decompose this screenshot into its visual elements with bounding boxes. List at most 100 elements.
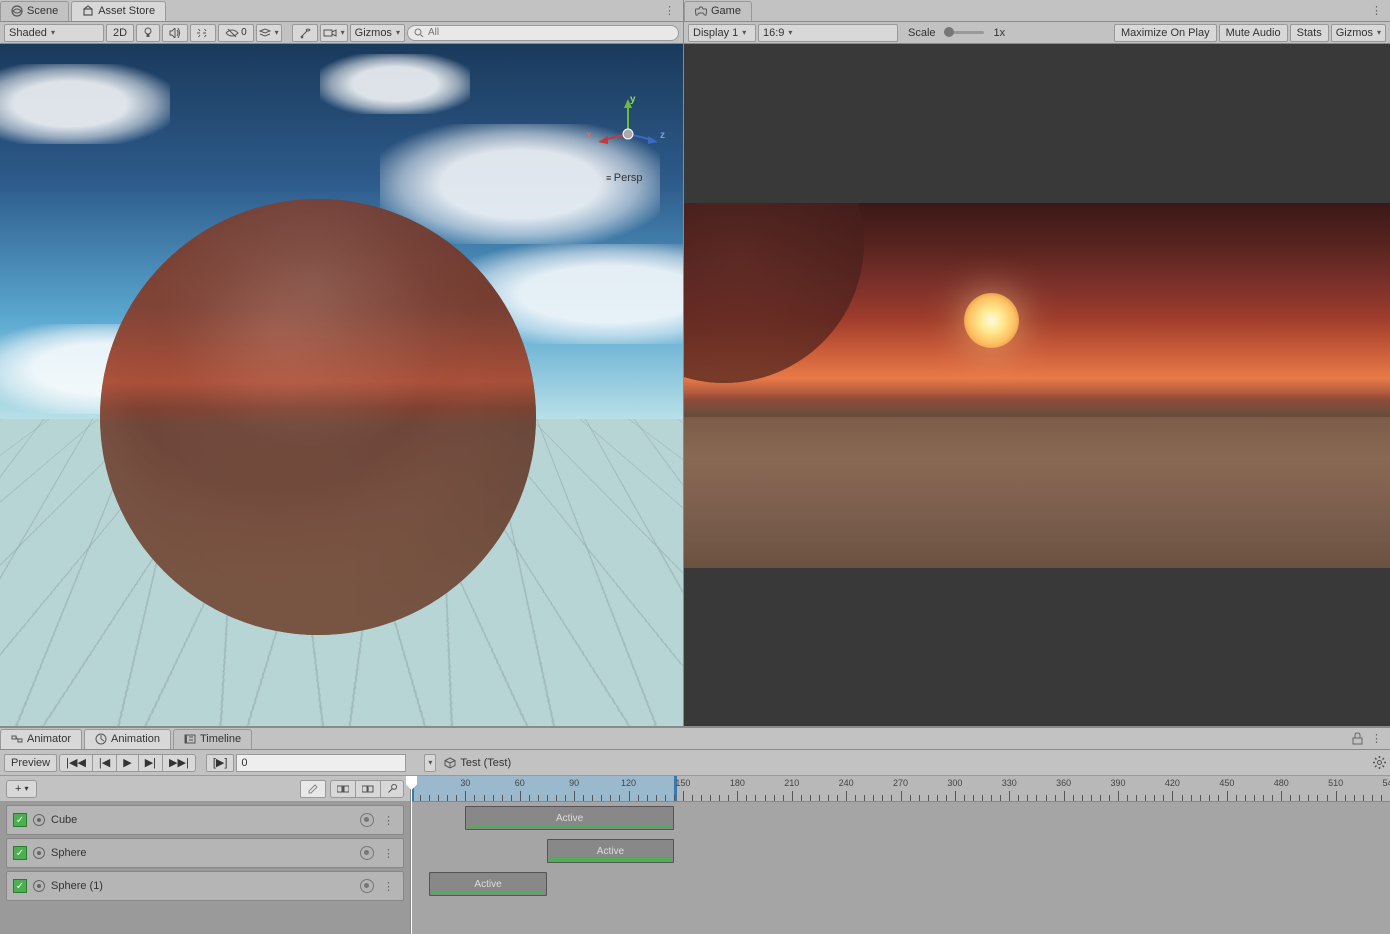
display-dropdown[interactable]: Display 1 [688,24,756,42]
track-menu[interactable]: ⋮ [380,814,397,827]
track-lane[interactable]: Active [411,802,1390,835]
track-checkbox[interactable]: ✓ [13,846,27,860]
track-checkbox[interactable]: ✓ [13,879,27,893]
tab-asset-store[interactable]: Asset Store [71,1,166,21]
btn-audio[interactable] [162,24,188,42]
ruler-label: 450 [1219,778,1234,788]
ruler-label: 150 [675,778,690,788]
track-list: + ✓Cube⋮✓Sph [0,776,411,934]
track-menu[interactable]: ⋮ [380,847,397,860]
scale-slider[interactable] [944,31,984,34]
btn-ripple-mode[interactable] [355,780,380,798]
track-area[interactable]: 3060901201501802102402703003303603904204… [411,776,1390,934]
btn-fx[interactable] [190,24,216,42]
timeline-clip[interactable]: Active [465,806,673,830]
axis-gizmo[interactable]: y x z ≡ Persp [588,94,668,184]
game-render [684,203,1390,568]
to-end-icon: ▶▶| [169,756,189,769]
btn-tools[interactable] [292,24,318,42]
btn-to-start[interactable]: |◀◀ [59,754,92,772]
panel-menu[interactable]: ⋮ [1363,4,1390,17]
track-menu[interactable]: ⋮ [380,880,397,893]
track-item[interactable]: ✓ Cube ⋮ [6,805,404,835]
track-item[interactable]: ✓ Sphere ⋮ [6,838,404,868]
gizmos-dropdown[interactable]: Gizmos [350,24,405,42]
timeline-options-dropdown[interactable] [424,754,436,772]
btn-prev-frame[interactable]: |◀ [92,754,116,772]
btn-stats[interactable]: Stats [1290,24,1329,42]
btn-edit-mode[interactable] [300,780,326,798]
track-name: Sphere (1) [51,880,103,892]
track-name: Sphere [51,847,86,859]
tab-label: Game [711,5,741,17]
add-track-button[interactable]: + [6,780,37,798]
frame-field[interactable] [236,754,406,772]
record-icon[interactable] [360,879,374,893]
tab-scene[interactable]: Scene [0,1,69,21]
fx-icon [197,28,209,38]
scene-sphere-object[interactable] [100,199,536,635]
record-icon[interactable] [360,813,374,827]
timeline-asset[interactable]: Test (Test) [444,757,511,769]
track-checkbox[interactable]: ✓ [13,813,27,827]
gear-icon[interactable] [1373,756,1386,769]
track-lane[interactable]: Active [411,835,1390,868]
tab-animator[interactable]: Animator [0,729,82,749]
tab-label: Scene [27,5,58,17]
track-name: Cube [51,814,77,826]
tools-icon [299,27,311,39]
timeline-ruler[interactable]: 3060901201501802102402703003303603904204… [411,776,1390,802]
ruler-label: 90 [569,778,579,788]
track-binding-icon[interactable] [33,814,45,826]
ruler-label: 120 [621,778,636,788]
bottom-tab-row: Animator Animation Timeline ⋮ [0,728,1390,750]
tab-label: Asset Store [98,5,155,17]
panel-menu[interactable]: ⋮ [656,4,683,17]
btn-play-range[interactable]: [▶] [206,754,235,772]
ripple-icon [362,784,374,794]
ruler-label: 330 [1002,778,1017,788]
lock-icon[interactable] [1352,732,1363,745]
track-lane[interactable]: Active [411,868,1390,901]
ruler-label: 240 [839,778,854,788]
game-icon [695,5,707,17]
scale-value: 1x [994,27,1006,39]
btn-camera[interactable] [320,24,348,42]
btn-hidden[interactable]: 0 [218,24,254,42]
game-viewport[interactable] [684,44,1390,726]
tab-game[interactable]: Game [684,1,752,21]
shade-mode-dropdown[interactable]: Shaded [4,24,104,42]
search-icon [414,28,424,38]
ruler-label: 300 [947,778,962,788]
btn-lighting[interactable] [136,24,160,42]
scene-viewport[interactable]: y x z ≡ Persp [0,44,683,726]
timeline-toolbar: Preview |◀◀ |◀ ▶ ▶| ▶▶| [▶] Test (Test) [0,750,1390,776]
tab-timeline[interactable]: Timeline [173,729,252,749]
btn-play[interactable]: ▶ [116,754,137,772]
projection-label[interactable]: ≡ Persp [606,172,643,184]
btn-maximize[interactable]: Maximize On Play [1114,24,1217,42]
record-icon[interactable] [360,846,374,860]
track-binding-icon[interactable] [33,847,45,859]
btn-mix-mode[interactable] [330,780,355,798]
aspect-dropdown[interactable]: 16:9 [758,24,898,42]
scale-label: Scale [908,27,936,39]
btn-game-gizmos[interactable]: Gizmos [1331,24,1386,42]
btn-replace-mode[interactable] [380,780,404,798]
btn-to-end[interactable]: ▶▶| [162,754,196,772]
timeline-clip[interactable]: Active [429,872,547,896]
search-input[interactable] [428,27,672,38]
btn-layers[interactable] [256,24,282,42]
playhead[interactable] [411,776,412,934]
timeline-clip[interactable]: Active [547,839,674,863]
track-binding-icon[interactable] [33,880,45,892]
scene-search[interactable] [407,25,679,41]
tab-animation[interactable]: Animation [84,729,171,749]
btn-mute[interactable]: Mute Audio [1219,24,1288,42]
track-item[interactable]: ✓ Sphere (1) ⋮ [6,871,404,901]
btn-next-frame[interactable]: ▶| [138,754,162,772]
btn-preview[interactable]: Preview [4,754,57,772]
btn-2d[interactable]: 2D [106,24,134,42]
panel-menu[interactable]: ⋮ [1363,732,1390,745]
mix-icon [337,784,349,794]
